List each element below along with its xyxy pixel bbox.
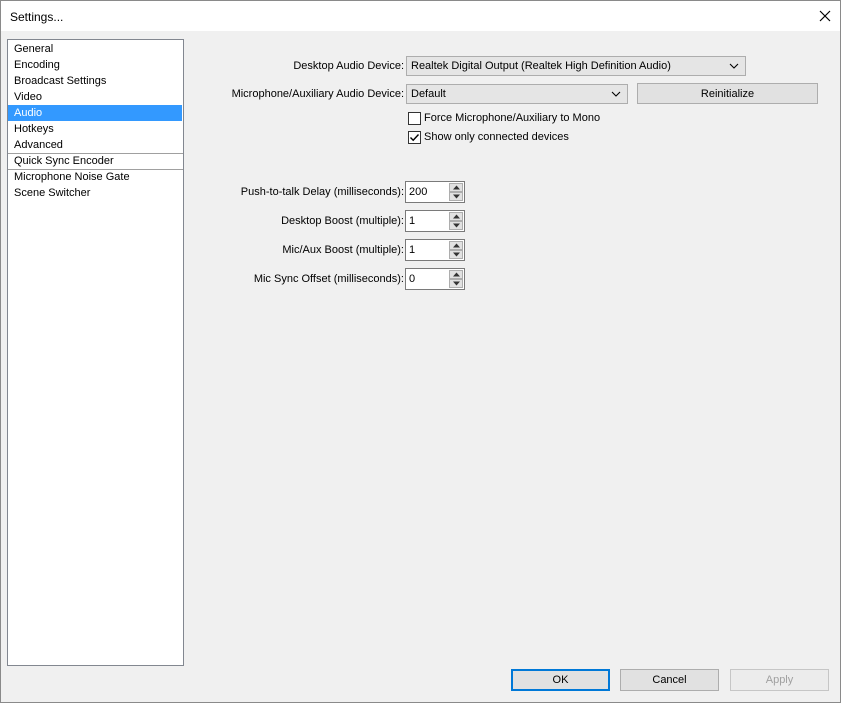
decrement-button[interactable]	[449, 221, 463, 230]
increment-button[interactable]	[449, 270, 463, 279]
mic-audio-device-select[interactable]: Default	[406, 84, 628, 104]
mic-sync-offset-spinbox[interactable]	[405, 268, 465, 290]
sidebar-item-broadcast-settings[interactable]: Broadcast Settings	[8, 73, 182, 89]
title-bar: Settings...	[1, 1, 840, 31]
sidebar-item-encoding[interactable]: Encoding	[8, 57, 182, 73]
chevron-down-icon	[452, 281, 460, 286]
ptt-delay-spinbox[interactable]	[405, 181, 465, 203]
mic-boost-label: Mic/Aux Boost (multiple):	[282, 244, 404, 256]
desktop-audio-device-label: Desktop Audio Device:	[293, 60, 404, 72]
chevron-down-icon	[729, 63, 739, 69]
chevron-up-icon	[452, 243, 460, 248]
ptt-delay-label: Push-to-talk Delay (milliseconds):	[240, 186, 404, 198]
ok-button[interactable]: OK	[511, 669, 610, 691]
mic-sync-offset-label: Mic Sync Offset (milliseconds):	[253, 273, 404, 285]
sidebar-item-microphone-noise-gate[interactable]: Microphone Noise Gate	[8, 169, 182, 185]
sidebar-item-advanced[interactable]: Advanced	[8, 137, 182, 153]
close-icon	[819, 10, 831, 22]
sidebar-item-general[interactable]: General	[8, 41, 182, 57]
connected-only-label: Show only connected devices	[424, 131, 569, 143]
desktop-boost-input[interactable]	[409, 213, 447, 229]
decrement-button[interactable]	[449, 250, 463, 259]
settings-category-list[interactable]: General Encoding Broadcast Settings Vide…	[7, 39, 184, 666]
sidebar-item-hotkeys[interactable]: Hotkeys	[8, 121, 182, 137]
apply-button[interactable]: Apply	[730, 669, 829, 691]
checkmark-icon	[410, 133, 420, 141]
chevron-down-icon	[452, 223, 460, 228]
connected-only-checkbox[interactable]: Show only connected devices	[408, 130, 569, 144]
sidebar-item-quick-sync-encoder[interactable]: Quick Sync Encoder	[8, 153, 182, 169]
desktop-audio-device-value: Realtek Digital Output (Realtek High Def…	[411, 60, 671, 72]
window-title: Settings...	[10, 10, 64, 24]
decrement-button[interactable]	[449, 192, 463, 201]
mic-audio-device-label: Microphone/Auxiliary Audio Device:	[231, 88, 404, 100]
chevron-up-icon	[452, 214, 460, 219]
settings-window: Settings... General Encoding Broadcast S…	[0, 0, 841, 703]
increment-button[interactable]	[449, 241, 463, 250]
force-mono-label: Force Microphone/Auxiliary to Mono	[424, 112, 601, 124]
force-mono-checkbox[interactable]: Force Microphone/Auxiliary to Mono	[408, 111, 600, 125]
chevron-down-icon	[452, 194, 460, 199]
mic-sync-offset-input[interactable]	[409, 271, 447, 287]
chevron-down-icon	[611, 91, 621, 97]
desktop-boost-spinbox[interactable]	[405, 210, 465, 232]
sidebar-item-audio[interactable]: Audio	[8, 105, 182, 121]
close-button[interactable]	[810, 1, 840, 31]
sidebar-item-video[interactable]: Video	[8, 89, 182, 105]
increment-button[interactable]	[449, 183, 463, 192]
mic-boost-input[interactable]	[409, 242, 447, 258]
decrement-button[interactable]	[449, 279, 463, 288]
chevron-down-icon	[452, 252, 460, 257]
checkbox-box[interactable]	[408, 111, 421, 125]
checkbox-box[interactable]	[408, 130, 421, 144]
mic-boost-spinbox[interactable]	[405, 239, 465, 261]
desktop-audio-device-select[interactable]: Realtek Digital Output (Realtek High Def…	[406, 56, 746, 76]
desktop-boost-label: Desktop Boost (multiple):	[281, 215, 404, 227]
sidebar-item-scene-switcher[interactable]: Scene Switcher	[8, 185, 182, 201]
cancel-button[interactable]: Cancel	[620, 669, 719, 691]
chevron-up-icon	[452, 185, 460, 190]
increment-button[interactable]	[449, 212, 463, 221]
ptt-delay-input[interactable]	[409, 184, 447, 200]
reinitialize-button[interactable]: Reinitialize	[637, 83, 818, 104]
chevron-up-icon	[452, 272, 460, 277]
mic-audio-device-value: Default	[411, 88, 446, 100]
